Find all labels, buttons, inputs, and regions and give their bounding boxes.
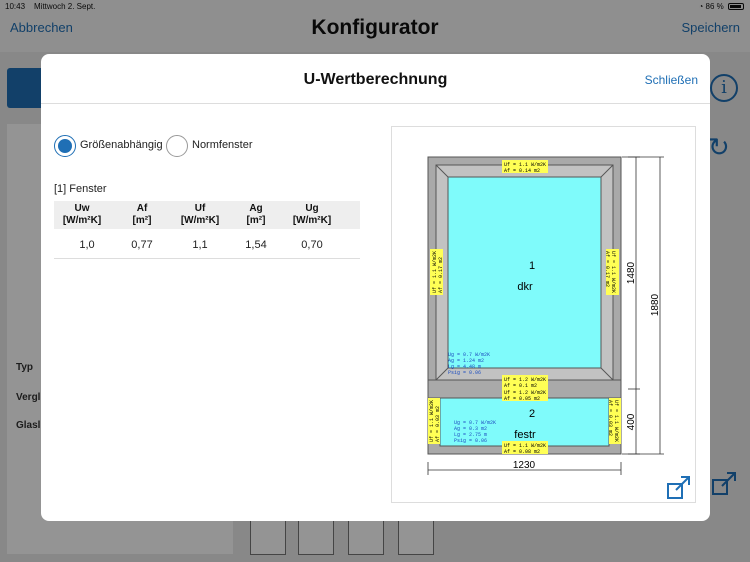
pane-1-type: dkr (517, 281, 533, 293)
u-value-table: Uw [W/m²K] Af [m²] Uf [W/m²K] Ag [m²] Ug [W/m… (54, 201, 360, 259)
radio-unselected-indicator (166, 135, 188, 157)
dim-upper-height: 1480 (626, 261, 637, 284)
frame-label-left-lower: Uf = 1.1 W/m2K Af = 0.03 m2 (428, 398, 441, 444)
u-value-modal: U-Wertberechnung Schließen Größenabhängi… (41, 54, 710, 521)
window-drawing: 1 dkr 2 festr Ug = 0.7 W/m2K Ag = 1.24 m… (391, 126, 696, 503)
frame-label-top: Uf = 1.1 W/m2K Af = 0.14 m2 (502, 160, 548, 174)
expand-icon[interactable] (667, 475, 691, 499)
frame-label-right-upper: Uf = 1.1 W/m2K Af = 0.17 m2 (604, 249, 619, 295)
svg-text:Af = 0.08 m2: Af = 0.08 m2 (504, 449, 540, 455)
modal-header: U-Wertberechnung Schließen (41, 54, 710, 104)
svg-text:Psig = 0.06: Psig = 0.06 (448, 370, 481, 376)
frame-label-bottom: Uf = 1.1 W/m2K Af = 0.08 m2 (502, 441, 548, 455)
pane-2-type: festr (514, 429, 536, 441)
svg-text:Psig = 0.06: Psig = 0.06 (454, 438, 487, 444)
table-cell-ug: 0,70 (301, 239, 323, 251)
svg-text:Af = 0.05 m2: Af = 0.05 m2 (504, 396, 540, 402)
glass-pane-1 (447, 176, 602, 369)
svg-text:Af = 0.17 m2: Af = 0.17 m2 (438, 257, 444, 293)
svg-text:Af = 0.17 m2: Af = 0.17 m2 (604, 251, 610, 287)
section-title: [1] Fenster (54, 183, 107, 195)
frame-label-left-upper: Uf = 1.1 W/m2K Af = 0.17 m2 (430, 249, 444, 295)
pane-2-number: 2 (529, 408, 535, 420)
modal-title: U-Wertberechnung (303, 71, 448, 88)
svg-text:Af = 0.03 m2: Af = 0.03 m2 (435, 406, 441, 442)
radio-label: Normfenster (192, 139, 253, 151)
radio-selected-indicator (54, 135, 76, 157)
table-cell-uf: 1,1 (192, 239, 208, 251)
column-header-ug: Ug [W/m²K] (292, 203, 332, 226)
table-cell-uw: 1,0 (79, 239, 95, 251)
table-cell-af: 0,77 (131, 239, 153, 251)
frame-label-transom-upper: Uf = 1.2 W/m2K Af = 0.1 m2 (502, 375, 548, 389)
frame-label-right-lower: Uf = 1.1 W/m2K Af = 0.03 m2 (607, 398, 621, 444)
table-row: 1,0 0,77 1,1 1,54 0,70 (54, 229, 360, 259)
table-cell-ag: 1,54 (245, 239, 267, 251)
column-header-ag: Ag [m²] (246, 203, 266, 226)
pane-1-number: 1 (529, 260, 535, 272)
window-drawing-svg: 1 dkr 2 festr Ug = 0.7 W/m2K Ag = 1.24 m… (427, 156, 664, 475)
column-header-uw: Uw [W/m²K] (62, 203, 102, 226)
column-header-uf: Uf [W/m²K] (180, 203, 220, 226)
dim-total-height: 1880 (650, 293, 661, 316)
close-button[interactable]: Schließen (645, 73, 698, 87)
dim-width: 1230 (513, 460, 536, 471)
dim-lower-height: 400 (626, 413, 637, 430)
svg-text:Af = 0.03 m2: Af = 0.03 m2 (607, 400, 613, 436)
radio-label: Größenabhängig (80, 139, 163, 151)
table-header: Uw [W/m²K] Af [m²] Uf [W/m²K] Ag [m²] Ug [W/m… (54, 201, 360, 229)
frame-label-transom-lower: Uf = 1.2 W/m2K Af = 0.05 m2 (502, 388, 548, 402)
column-header-af: Af [m²] (132, 203, 152, 226)
svg-text:Af = 0.14 m2: Af = 0.14 m2 (504, 168, 540, 174)
